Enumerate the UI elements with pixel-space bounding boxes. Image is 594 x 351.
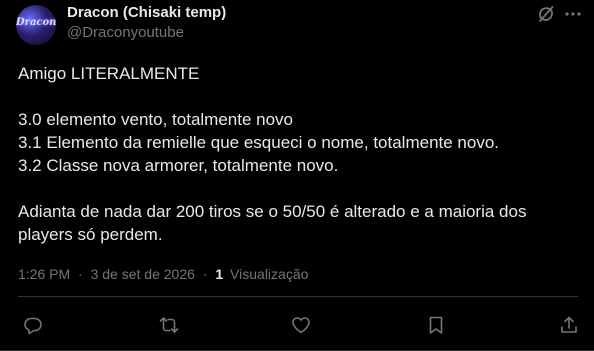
bookmark-icon — [429, 316, 443, 334]
author-display-name[interactable]: Dracon (Chisaki temp) — [67, 4, 226, 21]
reply-icon — [24, 317, 42, 335]
reply-button[interactable] — [21, 313, 45, 337]
divider — [18, 296, 578, 297]
avatar-logo-text: Dracon — [16, 17, 56, 28]
meta-separator: · — [202, 266, 208, 282]
share-icon — [561, 316, 577, 333]
tweet-card: Dracon Dracon (Chisaki temp) @Draconyout… — [0, 0, 594, 351]
like-icon — [292, 317, 310, 334]
post-time[interactable]: 1:26 PM — [18, 266, 70, 282]
post-line: 3.2 Classe nova armorer, totalmente novo… — [18, 156, 339, 175]
post-line: 3.1 Elemento da remielle que esqueci o n… — [18, 133, 500, 152]
more-icon[interactable] — [563, 4, 583, 24]
like-button[interactable] — [289, 313, 313, 337]
post-line: 3.0 elemento vento, totalmente novo — [18, 110, 294, 129]
avatar[interactable]: Dracon — [16, 5, 56, 45]
post-line: players só perdem. — [18, 225, 163, 244]
post-line: Amigo LITERALMENTE — [18, 64, 200, 83]
post-date[interactable]: 3 de set de 2026 — [91, 266, 195, 282]
repost-button[interactable] — [157, 313, 181, 337]
author-handle[interactable]: @Draconyoutube — [67, 24, 184, 41]
repost-icon — [159, 317, 179, 333]
post-text: Amigo LITERALMENTE 3.0 elemento vento, t… — [18, 62, 578, 246]
grok-icon[interactable] — [536, 4, 556, 24]
action-bar — [0, 313, 594, 337]
post-blank-line — [18, 177, 578, 200]
meta-separator: · — [78, 266, 83, 282]
bookmark-button[interactable] — [424, 313, 448, 337]
post-blank-line — [18, 85, 578, 108]
post-line: Adianta de nada dar 200 tiros se o 50/50… — [18, 202, 527, 221]
post-meta: 1:26 PM · 3 de set de 2026 · 1 Visualiza… — [18, 266, 308, 282]
views-label: Visualização — [230, 266, 309, 282]
share-button[interactable] — [557, 313, 581, 337]
views-count: 1 — [215, 266, 224, 282]
